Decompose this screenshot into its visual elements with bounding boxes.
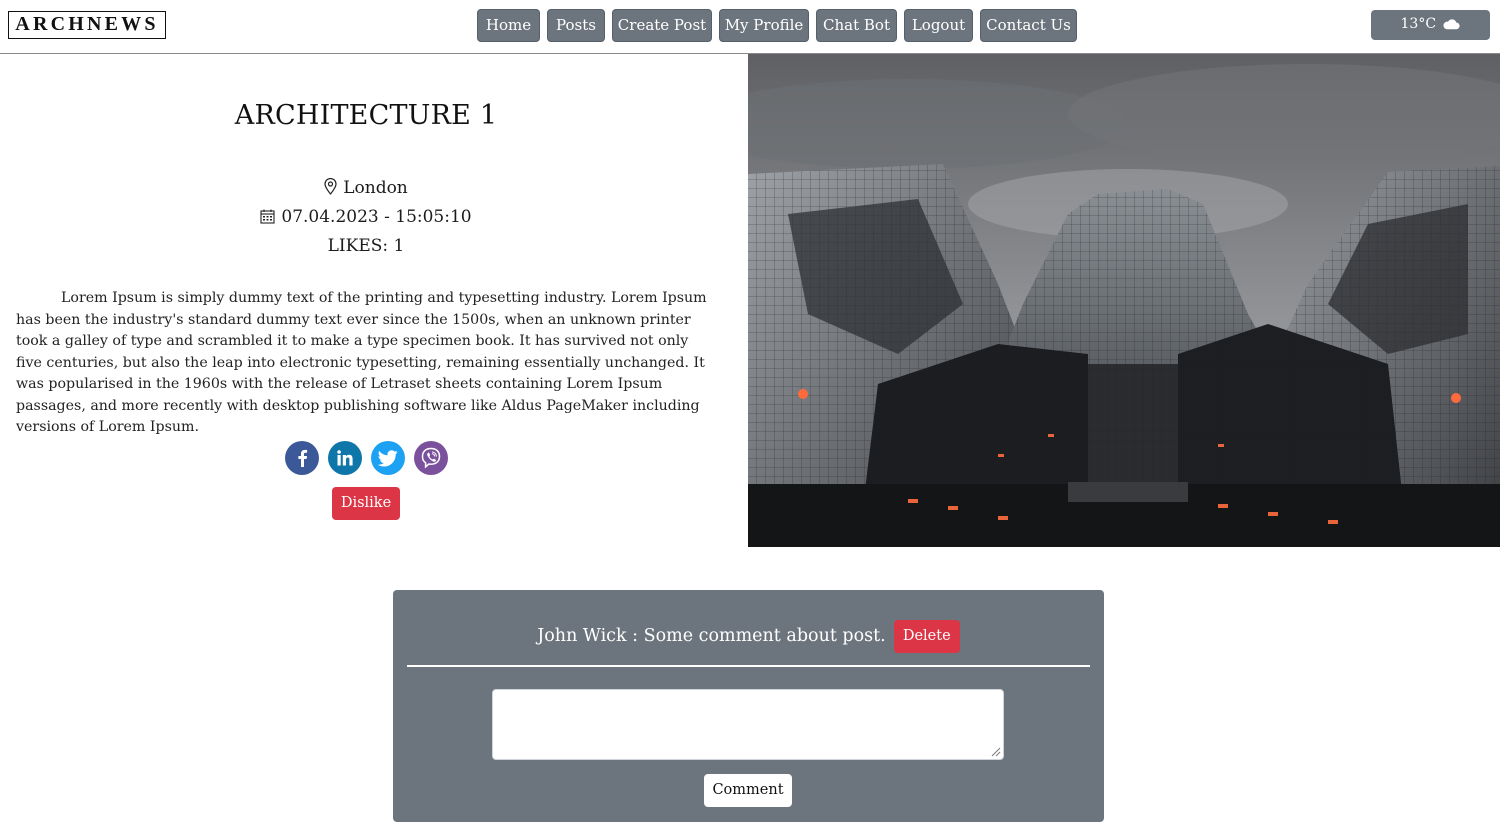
nav-create-post-button[interactable]: Create Post: [612, 9, 712, 42]
dislike-button[interactable]: Dislike: [332, 487, 400, 520]
post-datetime: 07.04.2023 - 15:05:10: [281, 207, 472, 227]
nav-home-button[interactable]: Home: [477, 9, 540, 42]
calendar-icon: [260, 209, 275, 224]
delete-comment-button[interactable]: Delete: [893, 619, 960, 653]
cloud-icon: [1443, 19, 1461, 30]
building-photo: [748, 54, 1500, 547]
nav-contact-us-button[interactable]: Contact Us: [980, 9, 1077, 42]
post-image: [748, 54, 1500, 547]
comments-panel: John Wick : Some comment about post. Del…: [393, 590, 1104, 822]
weather-widget: 13°C: [1371, 10, 1490, 40]
linkedin-icon: [337, 450, 353, 466]
viber-icon: [421, 447, 441, 469]
comment-textarea[interactable]: [492, 689, 1004, 760]
nav-my-profile-button[interactable]: My Profile: [719, 9, 809, 42]
weather-temperature: 13°C: [1400, 16, 1437, 32]
twitter-share-button[interactable]: [371, 441, 405, 475]
twitter-icon: [378, 449, 398, 466]
facebook-icon: [298, 449, 308, 467]
post-likes: LIKES: 1: [327, 236, 405, 256]
nav-posts-button[interactable]: Posts: [547, 9, 605, 42]
post-location: London: [343, 178, 408, 198]
viber-share-button[interactable]: [414, 441, 448, 475]
post-date-row: 07.04.2023 - 15:05:10: [0, 207, 732, 227]
facebook-share-button[interactable]: [285, 441, 319, 475]
nav-logout-button[interactable]: Logout: [904, 9, 973, 42]
resize-handle-icon[interactable]: [990, 746, 1001, 757]
site-logo[interactable]: ARCHNEWS: [8, 11, 166, 39]
linkedin-share-button[interactable]: [328, 441, 362, 475]
nav-chat-bot-button[interactable]: Chat Bot: [816, 9, 897, 42]
submit-comment-button[interactable]: Comment: [704, 774, 792, 807]
post-title: ARCHITECTURE 1: [234, 100, 498, 131]
post-body: Lorem Ipsum is simply dummy text of the …: [16, 290, 707, 435]
comment-text: John Wick : Some comment about post.: [537, 626, 886, 646]
comments-divider: [407, 665, 1090, 667]
top-navbar: ARCHNEWS Home Posts Create Post My Profi…: [0, 0, 1500, 54]
comment-item: John Wick : Some comment about post. Del…: [393, 619, 1104, 653]
map-pin-icon: [324, 177, 337, 195]
post-location-row: London: [0, 177, 732, 198]
